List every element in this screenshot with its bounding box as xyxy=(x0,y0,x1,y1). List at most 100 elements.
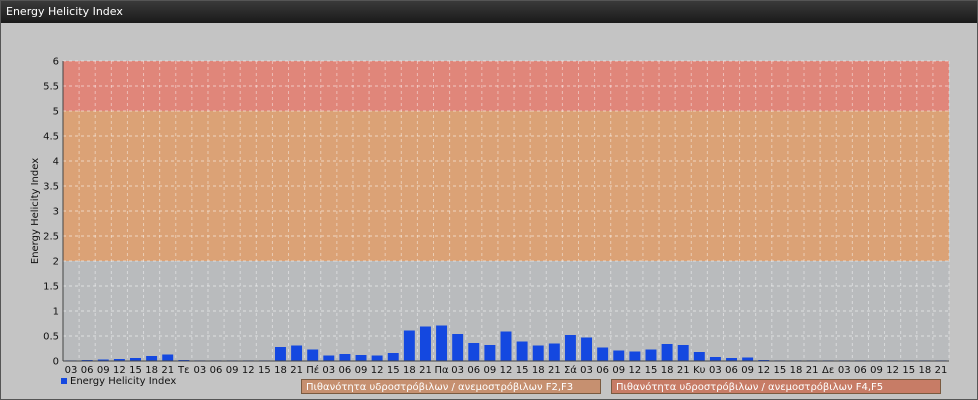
x-tick-label: 18 xyxy=(145,365,158,376)
bar xyxy=(387,353,399,361)
x-tick-label: 12 xyxy=(113,365,126,376)
y-tick-label: 3.5 xyxy=(43,182,59,193)
legend-swatch xyxy=(61,378,67,384)
bar xyxy=(436,325,448,361)
bar xyxy=(339,354,351,361)
x-tick-label: 21 xyxy=(290,365,303,376)
x-tick-label: 03 xyxy=(451,365,464,376)
x-tick-label: 21 xyxy=(935,365,948,376)
bar xyxy=(548,343,560,361)
x-tick-label: 15 xyxy=(645,365,658,376)
x-tick-label: 12 xyxy=(629,365,642,376)
x-tick-label: Πέ xyxy=(306,364,319,376)
y-tick-label: 2.5 xyxy=(43,232,59,243)
bar xyxy=(146,356,158,361)
x-tick-label: 15 xyxy=(516,365,529,376)
x-tick-label: 06 xyxy=(81,365,94,376)
x-tick-label: 09 xyxy=(226,365,239,376)
legend-series[interactable]: Energy Helicity Index xyxy=(61,376,176,388)
bar xyxy=(581,337,593,361)
x-tick-label: 12 xyxy=(757,365,770,376)
x-tick-label: 09 xyxy=(612,365,625,376)
bar xyxy=(403,330,415,361)
x-tick-label: 15 xyxy=(387,365,400,376)
x-tick-label: 18 xyxy=(790,365,803,376)
x-tick-label: 03 xyxy=(580,365,593,376)
x-tick-label: 09 xyxy=(870,365,883,376)
x-tick-label: 03 xyxy=(709,365,722,376)
bar xyxy=(516,341,528,361)
x-tick-label: 12 xyxy=(500,365,513,376)
x-tick-label: 09 xyxy=(97,365,110,376)
x-tick-label: 06 xyxy=(725,365,738,376)
y-tick-label: 4.5 xyxy=(43,132,59,143)
bar xyxy=(693,352,705,361)
x-tick-label: 12 xyxy=(886,365,899,376)
x-tick-label: 18 xyxy=(532,365,545,376)
x-tick-label: 21 xyxy=(161,365,174,376)
x-tick-label: Τε xyxy=(177,365,190,376)
bar xyxy=(371,355,383,361)
bar xyxy=(629,351,641,361)
x-tick-label: 15 xyxy=(129,365,142,376)
window-title: Energy Helicity Index xyxy=(1,1,977,23)
y-tick-label: 5 xyxy=(53,107,59,118)
y-tick-label: 0.5 xyxy=(43,332,59,343)
x-tick-label: 12 xyxy=(371,365,384,376)
bar xyxy=(661,344,673,361)
x-tick-label: Πα xyxy=(435,365,450,376)
bar xyxy=(484,345,496,361)
x-tick-label: 06 xyxy=(596,365,609,376)
bar xyxy=(500,331,512,361)
bar xyxy=(613,350,625,361)
x-tick-label: 03 xyxy=(65,365,78,376)
x-tick-label: 15 xyxy=(258,365,271,376)
bar xyxy=(307,349,319,361)
bar xyxy=(677,345,689,361)
x-tick-label: 03 xyxy=(838,365,851,376)
x-tick-label: 15 xyxy=(773,365,786,376)
x-tick-label: 21 xyxy=(677,365,690,376)
bar xyxy=(468,343,480,361)
x-tick-label: Σά xyxy=(564,364,577,376)
y-tick-label: 1.5 xyxy=(43,282,59,293)
bar xyxy=(355,355,367,361)
x-tick-label: 18 xyxy=(274,365,287,376)
legend-zone-f2f3: Πιθανότητα υδροστρόβιλων / ανεμοστρόβιλω… xyxy=(301,379,601,394)
chart-window: Energy Helicity Index 0 0.5 1 1.5 2 2.5 3 3.5 4 4… xyxy=(0,0,978,400)
y-tick-label: 4 xyxy=(53,157,59,168)
x-tick-label: Κυ xyxy=(693,365,706,376)
x-tick-label: 09 xyxy=(484,365,497,376)
y-tick-label: 3 xyxy=(53,207,59,218)
x-tick-label: 21 xyxy=(548,365,561,376)
x-tick-label: 18 xyxy=(403,365,416,376)
x-tick-label: 21 xyxy=(419,365,432,376)
bar xyxy=(709,357,721,361)
x-tick-label: 12 xyxy=(242,365,255,376)
x-tick-label: 09 xyxy=(355,365,368,376)
chart-canvas: 00.511.522.533.544.555.5603 06 09 12 15 18 21 Τ… xyxy=(30,57,950,376)
y-axis-label: Energy Helicity Index xyxy=(30,158,41,264)
y-tick-label: 0 xyxy=(53,357,59,368)
x-tick-label: 18 xyxy=(661,365,674,376)
y-tick-label: 1 xyxy=(53,307,59,318)
bar xyxy=(419,326,431,361)
legend-zone-f4f5: Πιθανότητα υδροστρόβιλων / ανεμοστρόβιλω… xyxy=(611,379,941,394)
bar xyxy=(597,347,609,361)
bar xyxy=(274,347,286,361)
x-tick-label: 15 xyxy=(902,365,915,376)
bar xyxy=(162,354,174,361)
bar xyxy=(452,334,464,361)
x-tick-label: 06 xyxy=(467,365,480,376)
bar xyxy=(564,335,576,361)
x-tick-label: 06 xyxy=(339,365,352,376)
bar xyxy=(291,345,303,361)
x-tick-label: 06 xyxy=(210,365,223,376)
x-tick-label: 09 xyxy=(741,365,754,376)
bar xyxy=(645,349,657,361)
y-tick-label: 5.5 xyxy=(43,82,59,93)
x-tick-label: 21 xyxy=(806,365,819,376)
x-tick-label: 03 xyxy=(194,365,207,376)
x-tick-label: 18 xyxy=(918,365,931,376)
bar xyxy=(532,345,544,361)
